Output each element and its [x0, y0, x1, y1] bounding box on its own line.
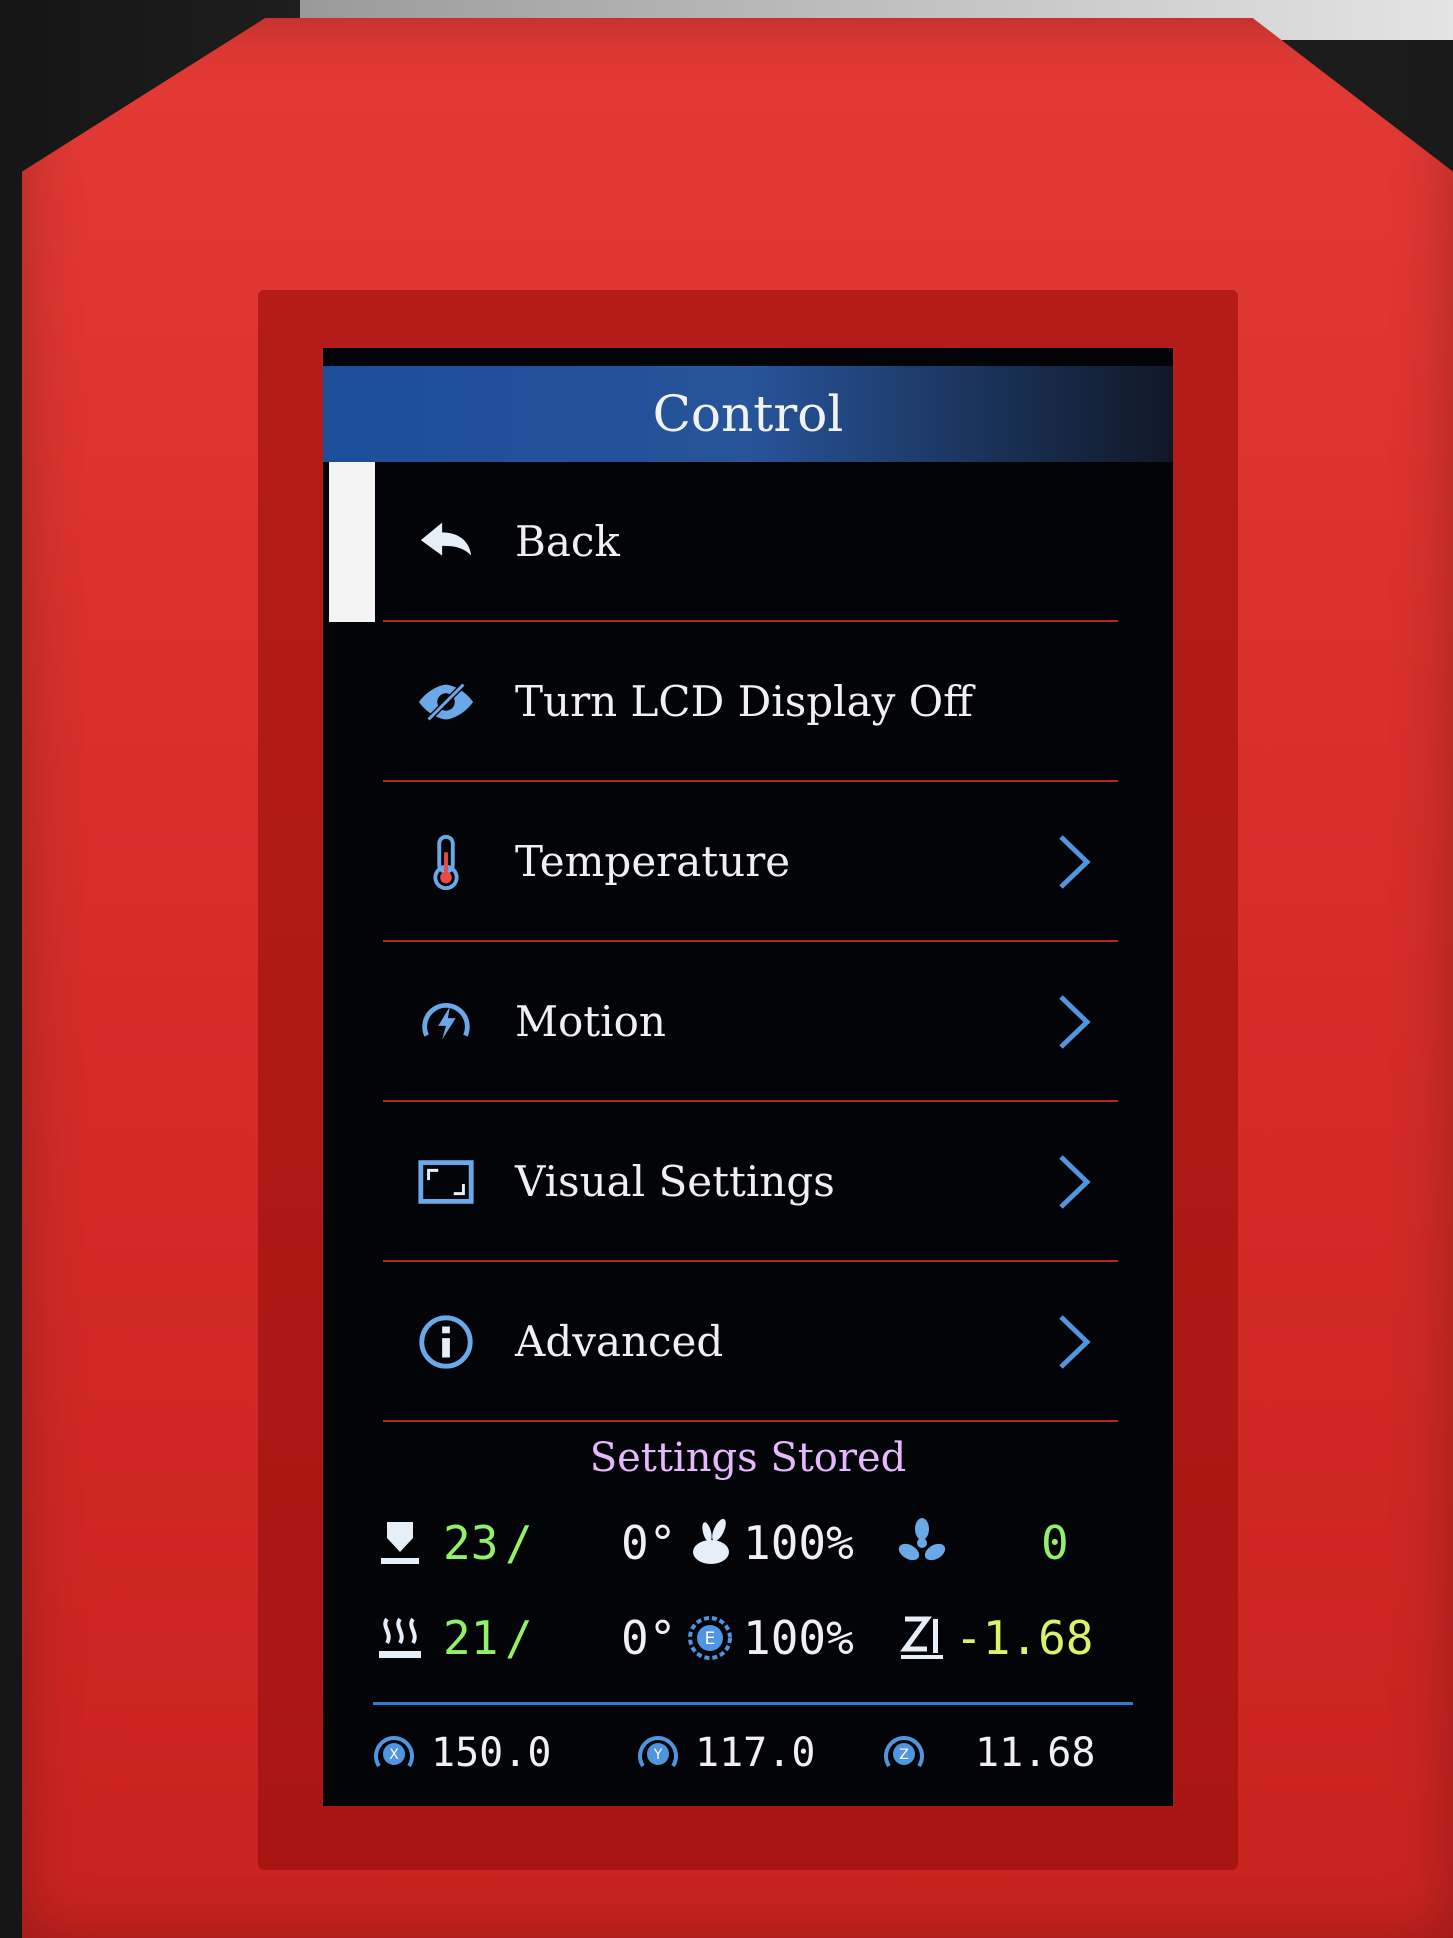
flow-percent: 100%	[743, 1611, 854, 1665]
svg-text:E: E	[705, 1629, 716, 1649]
menu-item-label: Visual Settings	[515, 1157, 835, 1206]
selection-indicator	[329, 462, 375, 622]
menu-item-visual-settings[interactable]: Visual Settings	[383, 1102, 1173, 1262]
bed-target-temp: 0°	[621, 1611, 677, 1665]
feedrate-rabbit-icon	[693, 1518, 729, 1564]
bed-current-temp: 21	[443, 1611, 499, 1665]
menu-item-label: Advanced	[515, 1317, 724, 1366]
z-position: 11.68	[975, 1730, 1096, 1776]
menu-item-motion[interactable]: Motion	[383, 942, 1173, 1102]
back-arrow-icon	[420, 522, 472, 556]
svg-text:X: X	[389, 1747, 399, 1763]
status-message: Settings Stored	[589, 1435, 907, 1481]
menu-item-label: Motion	[515, 997, 666, 1046]
menu-item-label: Back	[515, 517, 620, 566]
device-photo: Control Back Turn LCD Display Off Temper…	[0, 0, 1453, 1938]
thermometer-icon	[433, 834, 459, 891]
z-axis-icon: Z	[884, 1736, 924, 1768]
menu-item-back[interactable]: Back	[383, 462, 1173, 622]
menu-item-advanced[interactable]: Advanced	[383, 1262, 1173, 1422]
menu-item-temperature[interactable]: Temperature	[383, 782, 1173, 942]
svg-text:Z: Z	[899, 1747, 909, 1763]
divider	[383, 1420, 1118, 1422]
hotend-current-temp: 23	[443, 1516, 499, 1570]
chevron-right-icon	[1059, 835, 1091, 889]
x-axis-icon: X	[374, 1736, 414, 1768]
feedrate-percent: 100%	[743, 1516, 854, 1570]
x-position: 150.0	[431, 1730, 552, 1776]
chevron-right-icon	[1059, 1155, 1091, 1209]
flow-extruder-icon: E	[688, 1616, 732, 1660]
hotend-icon	[381, 1522, 419, 1564]
temp-separator: /	[505, 1611, 533, 1665]
info-icon	[419, 1315, 473, 1369]
chevron-right-icon	[1059, 1315, 1091, 1369]
status-line-hotend: 23 / 0° 100% 0	[323, 1498, 1173, 1588]
lcd-screen: Control Back Turn LCD Display Off Temper…	[323, 348, 1173, 1806]
motion-icon	[422, 1003, 470, 1040]
heated-bed-icon	[379, 1617, 421, 1658]
z-offset-value: -1.68	[955, 1611, 1094, 1665]
page-title: Control	[652, 385, 844, 443]
status-line-bed: 21 / 0° E 100% -1.68	[323, 1593, 1173, 1683]
svg-text:Y: Y	[653, 1747, 663, 1763]
menu-item-label: Turn LCD Display Off	[515, 677, 973, 726]
display-icon	[418, 1160, 474, 1204]
fan-speed: 0	[1041, 1516, 1069, 1570]
z-offset-icon	[900, 1616, 943, 1659]
chevron-right-icon	[1059, 995, 1091, 1049]
title-bar: Control	[323, 366, 1173, 462]
y-axis-icon: Y	[638, 1736, 678, 1768]
temp-separator: /	[505, 1516, 533, 1570]
y-position: 117.0	[695, 1730, 816, 1776]
menu-item-turn-lcd-display-off[interactable]: Turn LCD Display Off	[383, 622, 1173, 782]
hotend-target-temp: 0°	[621, 1516, 677, 1570]
axis-positions: X 150.0 Y 117.0 Z 11.68	[323, 1708, 1173, 1798]
fan-icon	[898, 1518, 946, 1561]
divider	[373, 1702, 1133, 1705]
eye-slash-icon	[418, 680, 474, 724]
menu-item-label: Temperature	[515, 837, 791, 886]
